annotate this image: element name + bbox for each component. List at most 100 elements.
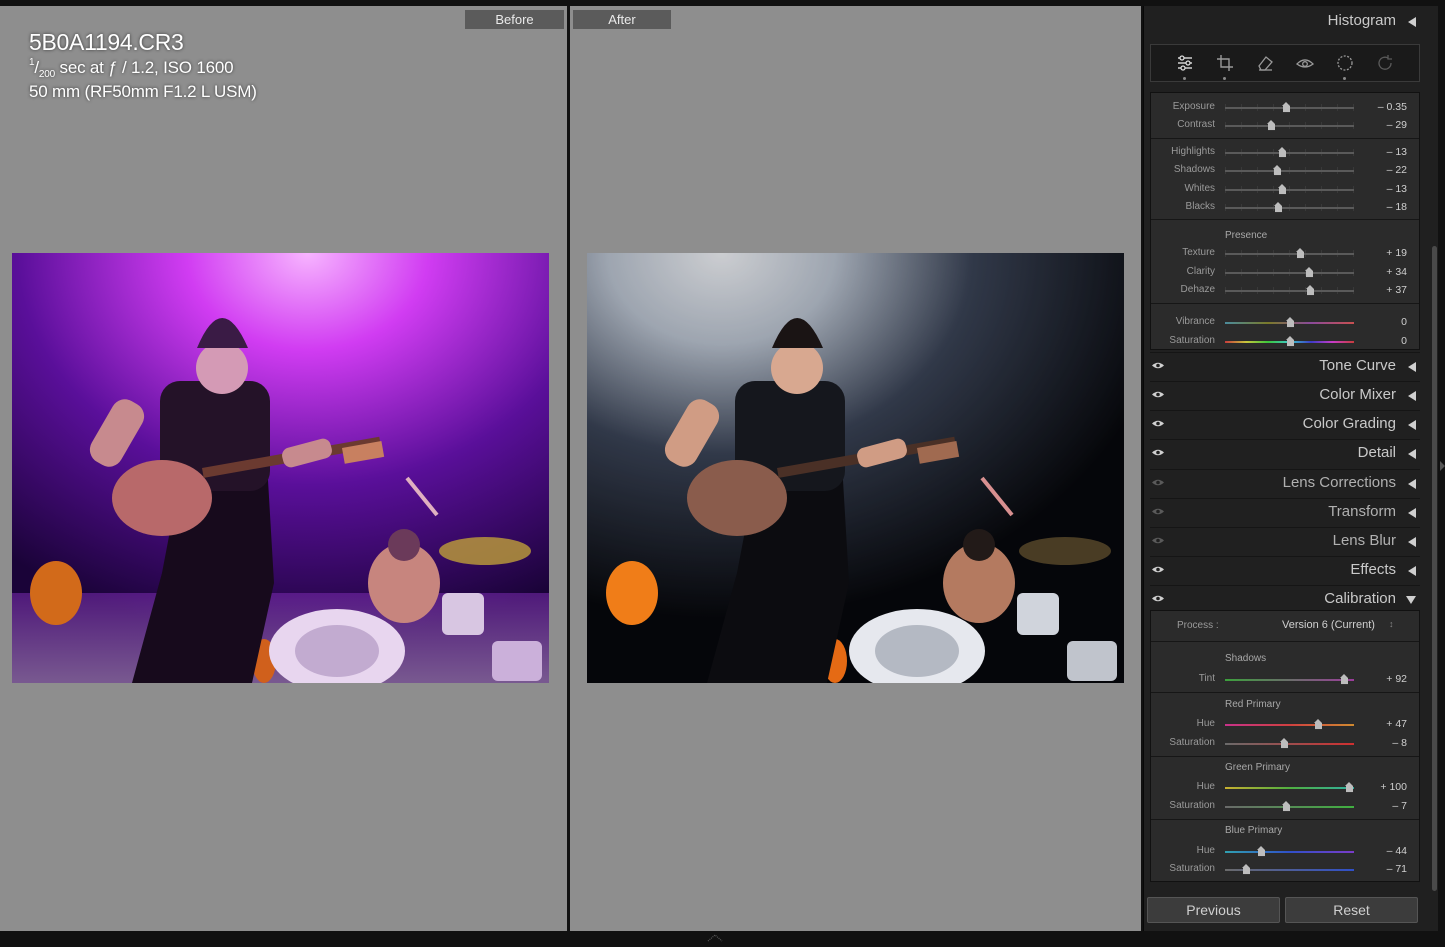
slider-value[interactable]: – 29 — [1387, 119, 1407, 131]
slider-track[interactable] — [1225, 724, 1354, 726]
histogram-header[interactable]: Histogram — [1150, 8, 1420, 34]
slider-thumb[interactable] — [1313, 719, 1323, 730]
slider-thumb[interactable] — [1267, 120, 1276, 131]
calibration-section[interactable]: Calibration — [1150, 585, 1420, 611]
after-photo[interactable] — [587, 253, 1124, 683]
effects-section[interactable]: Effects — [1150, 556, 1420, 582]
slider-track[interactable] — [1225, 207, 1354, 209]
texture-slider[interactable]: Texture + 19 — [1151, 245, 1419, 263]
blacks-slider[interactable]: Blacks – 18 — [1151, 199, 1419, 217]
process-version-select[interactable]: Process : Version 6 (Current) ↕ — [1151, 611, 1419, 639]
highlights-slider[interactable]: Highlights – 13 — [1151, 144, 1419, 162]
tone-curve-section[interactable]: Tone Curve — [1150, 352, 1420, 378]
slider-track[interactable] — [1225, 743, 1354, 745]
slider-track[interactable] — [1225, 189, 1354, 191]
slider-value[interactable]: – 8 — [1392, 737, 1407, 749]
green-saturation-slider[interactable]: Saturation – 7 — [1151, 798, 1419, 816]
shadows-slider[interactable]: Shadows – 22 — [1151, 162, 1419, 180]
slider-value[interactable]: 0 — [1401, 335, 1407, 347]
slider-thumb[interactable] — [1277, 147, 1287, 158]
eye-icon[interactable] — [1152, 419, 1164, 428]
slider-thumb[interactable] — [1280, 738, 1289, 749]
eye-icon[interactable] — [1152, 390, 1164, 399]
slider-thumb[interactable] — [1304, 267, 1314, 278]
slider-thumb[interactable] — [1277, 184, 1287, 195]
slider-thumb[interactable] — [1281, 102, 1291, 113]
eye-icon[interactable] — [1152, 594, 1164, 603]
slider-thumb[interactable] — [1273, 202, 1283, 213]
slider-track[interactable] — [1225, 253, 1354, 255]
slider-track[interactable] — [1225, 851, 1354, 853]
edit-tool[interactable] — [1172, 50, 1198, 80]
dehaze-slider[interactable]: Dehaze + 37 — [1151, 282, 1419, 300]
expand-triangle-icon[interactable] — [1408, 420, 1416, 430]
red-saturation-slider[interactable]: Saturation – 8 — [1151, 735, 1419, 753]
slider-value[interactable]: – 7 — [1392, 800, 1407, 812]
exposure-slider[interactable]: Exposure – 0.35 — [1151, 99, 1419, 117]
slider-thumb[interactable] — [1241, 864, 1251, 875]
red-hue-slider[interactable]: Hue + 47 — [1151, 716, 1419, 734]
green-hue-slider[interactable]: Hue + 100 — [1151, 779, 1419, 797]
reset-button[interactable]: Reset — [1285, 897, 1418, 923]
filmstrip-handle-icon[interactable] — [706, 934, 724, 942]
previous-button[interactable]: Previous — [1147, 897, 1280, 923]
blue-hue-slider[interactable]: Hue – 44 — [1151, 843, 1419, 861]
eye-icon[interactable] — [1152, 536, 1164, 545]
expand-triangle-icon[interactable] — [1408, 537, 1416, 547]
slider-thumb[interactable] — [1272, 165, 1282, 176]
expand-triangle-icon[interactable] — [1408, 449, 1416, 459]
contrast-slider[interactable]: Contrast – 29 — [1151, 117, 1419, 135]
slider-track[interactable] — [1225, 125, 1354, 127]
expand-triangle-icon[interactable] — [1408, 566, 1416, 576]
slider-track[interactable] — [1225, 787, 1354, 789]
lens-corrections-section[interactable]: Lens Corrections — [1150, 469, 1420, 495]
slider-track[interactable] — [1225, 272, 1354, 274]
slider-thumb[interactable] — [1344, 782, 1354, 793]
clarity-slider[interactable]: Clarity + 34 — [1151, 264, 1419, 282]
panel-scrollbar[interactable] — [1432, 246, 1437, 891]
slider-value[interactable]: – 0.35 — [1378, 101, 1407, 113]
slider-value[interactable]: + 100 — [1380, 781, 1407, 793]
masking-tool[interactable] — [1332, 50, 1358, 80]
slider-value[interactable]: – 22 — [1387, 164, 1407, 176]
vibrance-slider[interactable]: Vibrance 0 — [1151, 314, 1419, 332]
collapse-triangle-icon[interactable] — [1408, 17, 1416, 27]
slider-track[interactable] — [1225, 170, 1354, 172]
slider-value[interactable]: 0 — [1401, 316, 1407, 328]
slider-value[interactable]: – 13 — [1387, 183, 1407, 195]
slider-track[interactable] — [1225, 290, 1354, 292]
transform-section[interactable]: Transform — [1150, 498, 1420, 524]
slider-value[interactable]: + 47 — [1386, 718, 1407, 730]
slider-thumb[interactable] — [1339, 674, 1349, 685]
crop-tool[interactable] — [1212, 50, 1238, 80]
remove-tool[interactable] — [1252, 50, 1278, 76]
expand-triangle-icon[interactable] — [1408, 508, 1416, 518]
expand-triangle-icon[interactable] — [1408, 479, 1416, 489]
updown-caret-icon[interactable]: ↕ — [1389, 619, 1394, 629]
slider-value[interactable]: + 92 — [1386, 673, 1407, 685]
eye-icon[interactable] — [1152, 448, 1164, 457]
collapse-triangle-icon[interactable] — [1406, 596, 1416, 604]
slider-value[interactable]: – 13 — [1387, 146, 1407, 158]
color-grading-section[interactable]: Color Grading — [1150, 410, 1420, 436]
eye-icon[interactable] — [1152, 565, 1164, 574]
slider-value[interactable]: + 19 — [1386, 247, 1407, 259]
presets-tool[interactable] — [1372, 50, 1398, 76]
expand-triangle-icon[interactable] — [1408, 391, 1416, 401]
right-panel-toggle-icon[interactable] — [1440, 461, 1445, 471]
slider-thumb[interactable] — [1285, 317, 1295, 328]
slider-thumb[interactable] — [1281, 801, 1291, 812]
red-eye-tool[interactable] — [1292, 50, 1318, 76]
after-pane[interactable]: After — [570, 6, 1141, 931]
eye-icon[interactable] — [1152, 507, 1164, 516]
shadows-tint-slider[interactable]: Tint + 92 — [1151, 671, 1419, 689]
slider-value[interactable]: – 18 — [1387, 201, 1407, 213]
eye-icon[interactable] — [1152, 361, 1164, 370]
slider-track[interactable] — [1225, 152, 1354, 154]
slider-thumb[interactable] — [1285, 336, 1295, 347]
slider-value[interactable]: – 44 — [1387, 845, 1407, 857]
slider-value[interactable]: – 71 — [1387, 863, 1407, 875]
whites-slider[interactable]: Whites – 13 — [1151, 181, 1419, 199]
before-pane[interactable]: Before 5B0A1194.CR3 1/200 sec at ƒ / 1.2… — [0, 6, 567, 931]
eye-icon[interactable] — [1152, 478, 1164, 487]
